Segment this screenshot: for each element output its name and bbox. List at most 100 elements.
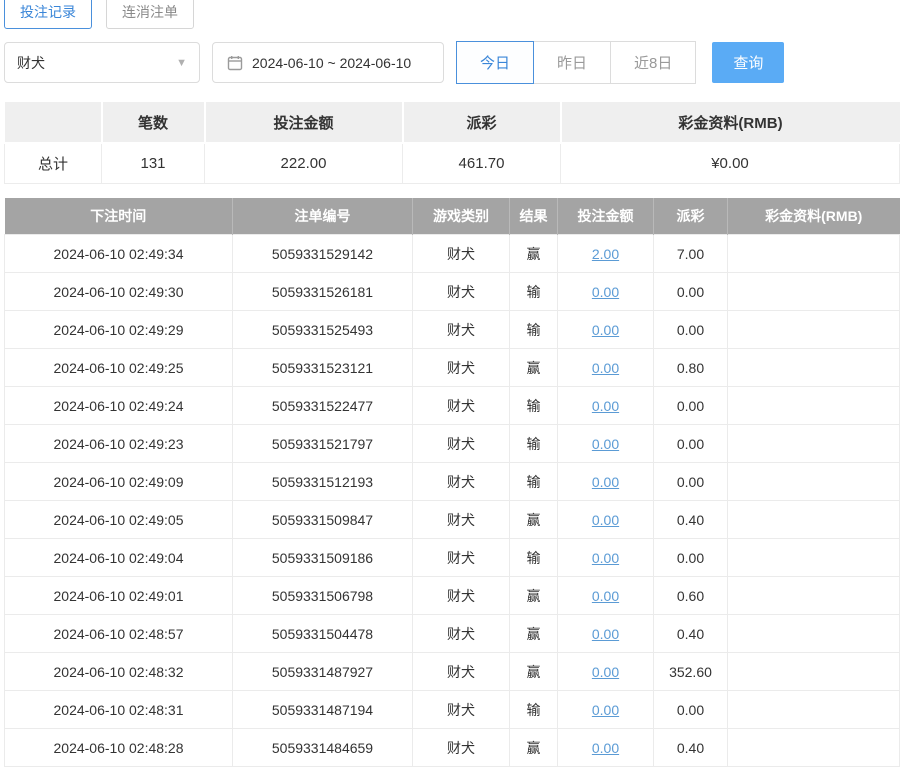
bonus-cell [728, 577, 900, 615]
table-row: 2024-06-10 02:48:57 5059331504478 财犬 赢 0… [5, 615, 900, 653]
summary-total-row: 总计 131 222.00 461.70 ¥0.00 [5, 143, 900, 183]
game-type-cell: 财犬 [413, 729, 510, 767]
bet-time-cell: 2024-06-10 02:48:57 [5, 615, 233, 653]
date-range-input[interactable]: 2024-06-10 ~ 2024-06-10 [212, 42, 444, 83]
table-row: 2024-06-10 02:49:29 5059331525493 财犬 输 0… [5, 311, 900, 349]
order-id-cell: 5059331504478 [233, 615, 413, 653]
result-cell: 赢 [510, 501, 558, 539]
game-type-cell: 财犬 [413, 311, 510, 349]
bet-time-cell: 2024-06-10 02:49:01 [5, 577, 233, 615]
bet-amount-cell: 0.00 [558, 349, 654, 387]
table-row: 2024-06-10 02:49:05 5059331509847 财犬 赢 0… [5, 501, 900, 539]
bet-time-cell: 2024-06-10 02:49:25 [5, 349, 233, 387]
header-bet-amount: 投注金额 [558, 198, 654, 235]
bet-amount-cell: 0.00 [558, 729, 654, 767]
table-row: 2024-06-10 02:49:04 5059331509186 财犬 输 0… [5, 539, 900, 577]
tab-cancelled-orders[interactable]: 连消注单 [106, 0, 194, 29]
bet-time-cell: 2024-06-10 02:49:24 [5, 387, 233, 425]
bet-amount-cell: 0.00 [558, 425, 654, 463]
game-select-value: 财犬 [17, 53, 45, 73]
search-button[interactable]: 查询 [712, 42, 784, 83]
result-cell: 赢 [510, 577, 558, 615]
bet-amount-link[interactable]: 0.00 [592, 398, 619, 414]
table-row: 2024-06-10 02:49:24 5059331522477 财犬 输 0… [5, 387, 900, 425]
result-cell: 输 [510, 463, 558, 501]
order-id-cell: 5059331523121 [233, 349, 413, 387]
summary-header-bet: 投注金额 [205, 102, 403, 143]
bet-time-cell: 2024-06-10 02:49:34 [5, 235, 233, 273]
bonus-cell [728, 311, 900, 349]
bonus-cell [728, 501, 900, 539]
bonus-cell [728, 615, 900, 653]
payout-cell: 352.60 [654, 653, 728, 691]
result-cell: 输 [510, 691, 558, 729]
summary-header-row: 笔数 投注金额 派彩 彩金资料(RMB) [5, 102, 900, 143]
payout-cell: 0.00 [654, 273, 728, 311]
game-type-cell: 财犬 [413, 349, 510, 387]
payout-cell: 0.00 [654, 311, 728, 349]
quick-range-yesterday[interactable]: 昨日 [533, 41, 611, 84]
result-cell: 输 [510, 425, 558, 463]
tab-betting-records[interactable]: 投注记录 [4, 0, 92, 29]
bet-amount-cell: 0.00 [558, 539, 654, 577]
bet-amount-link[interactable]: 0.00 [592, 360, 619, 376]
bet-time-cell: 2024-06-10 02:48:28 [5, 729, 233, 767]
header-bonus: 彩金资料(RMB) [728, 198, 900, 235]
quick-range-today[interactable]: 今日 [456, 41, 534, 84]
bet-amount-link[interactable]: 0.00 [592, 740, 619, 756]
table-row: 2024-06-10 02:49:25 5059331523121 财犬 赢 0… [5, 349, 900, 387]
header-result: 结果 [510, 198, 558, 235]
result-cell: 输 [510, 539, 558, 577]
bet-amount-link[interactable]: 0.00 [592, 284, 619, 300]
header-order-id: 注单编号 [233, 198, 413, 235]
bet-time-cell: 2024-06-10 02:49:23 [5, 425, 233, 463]
order-id-cell: 5059331509186 [233, 539, 413, 577]
summary-table: 笔数 投注金额 派彩 彩金资料(RMB) 总计 131 222.00 461.7… [4, 102, 900, 184]
order-id-cell: 5059331484659 [233, 729, 413, 767]
payout-cell: 7.00 [654, 235, 728, 273]
bet-time-cell: 2024-06-10 02:48:31 [5, 691, 233, 729]
payout-cell: 0.40 [654, 615, 728, 653]
bet-amount-link[interactable]: 0.00 [592, 550, 619, 566]
game-type-cell: 财犬 [413, 539, 510, 577]
payout-cell: 0.40 [654, 501, 728, 539]
order-id-cell: 5059331526181 [233, 273, 413, 311]
game-select[interactable]: 财犬 ▼ [4, 42, 200, 83]
payout-cell: 0.60 [654, 577, 728, 615]
bet-amount-link[interactable]: 0.00 [592, 512, 619, 528]
result-cell: 赢 [510, 349, 558, 387]
result-cell: 输 [510, 273, 558, 311]
calendar-icon [227, 55, 243, 71]
game-type-cell: 财犬 [413, 387, 510, 425]
bet-amount-link[interactable]: 0.00 [592, 664, 619, 680]
table-row: 2024-06-10 02:48:32 5059331487927 财犬 赢 0… [5, 653, 900, 691]
order-id-cell: 5059331509847 [233, 501, 413, 539]
table-row: 2024-06-10 02:48:31 5059331487194 财犬 输 0… [5, 691, 900, 729]
result-cell: 赢 [510, 235, 558, 273]
table-row: 2024-06-10 02:49:30 5059331526181 财犬 输 0… [5, 273, 900, 311]
summary-header-count: 笔数 [102, 102, 205, 143]
order-id-cell: 5059331487194 [233, 691, 413, 729]
summary-total-label: 总计 [5, 143, 102, 183]
game-type-cell: 财犬 [413, 615, 510, 653]
order-id-cell: 5059331522477 [233, 387, 413, 425]
bonus-cell [728, 653, 900, 691]
result-cell: 输 [510, 311, 558, 349]
betting-records-page: 投注记录 连消注单 财犬 ▼ 2024-06-10 ~ 2024-06-10 今… [0, 0, 904, 767]
bet-amount-link[interactable]: 0.00 [592, 588, 619, 604]
bet-amount-link[interactable]: 0.00 [592, 436, 619, 452]
table-row: 2024-06-10 02:49:01 5059331506798 财犬 赢 0… [5, 577, 900, 615]
table-row: 2024-06-10 02:49:09 5059331512193 财犬 输 0… [5, 463, 900, 501]
bet-amount-link[interactable]: 0.00 [592, 702, 619, 718]
bet-amount-link[interactable]: 0.00 [592, 322, 619, 338]
quick-range-last8days[interactable]: 近8日 [610, 41, 696, 84]
bet-amount-link[interactable]: 2.00 [592, 246, 619, 262]
bet-amount-link[interactable]: 0.00 [592, 626, 619, 642]
bonus-cell [728, 273, 900, 311]
bet-amount-link[interactable]: 0.00 [592, 474, 619, 490]
summary-total-payout: 461.70 [403, 143, 561, 183]
payout-cell: 0.00 [654, 463, 728, 501]
summary-header-bonus: 彩金资料(RMB) [561, 102, 900, 143]
bet-time-cell: 2024-06-10 02:49:30 [5, 273, 233, 311]
summary-total-bonus: ¥0.00 [561, 143, 900, 183]
